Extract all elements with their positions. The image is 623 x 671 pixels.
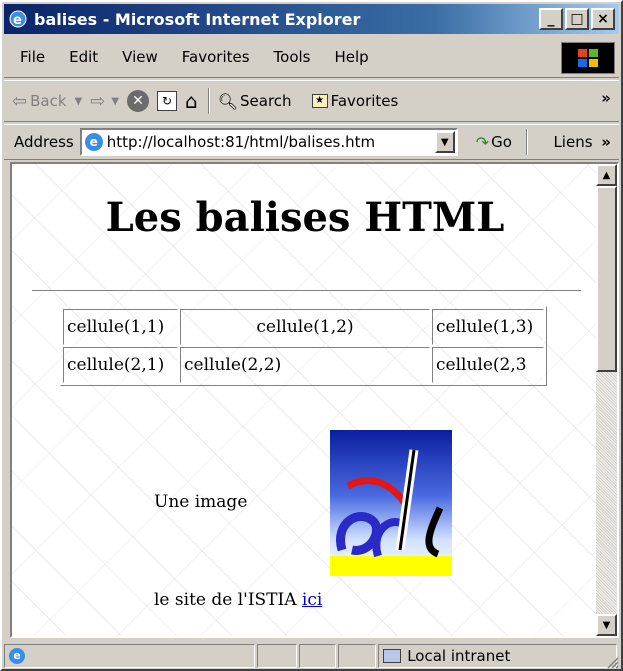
toolbar-separator <box>207 88 210 114</box>
scroll-down-button[interactable]: ▼ <box>596 614 617 636</box>
links-button[interactable]: Liens » <box>553 133 611 151</box>
standard-toolbar: ⇦ Back ▼ ⇨ ▼ ✕ ↻ ⌂ 🔍︎ Search ★ Favorites… <box>4 80 619 122</box>
go-label: Go <box>491 133 512 151</box>
address-bar: Address e http://localhost:81/html/balis… <box>4 124 619 160</box>
menu-help[interactable]: Help <box>323 48 381 66</box>
go-button[interactable]: ↷ Go <box>476 133 512 152</box>
menu-tools[interactable]: Tools <box>262 48 323 66</box>
svg-text:e: e <box>13 13 22 28</box>
favorites-icon: ★ <box>311 94 328 108</box>
back-label: Back <box>30 92 67 110</box>
stop-icon: ✕ <box>127 90 150 112</box>
favorites-label: Favorites <box>330 92 399 110</box>
html-table: cellule(1,1) cellule(1,2) cellule(1,3) c… <box>60 306 547 386</box>
istia-logo-image <box>330 430 452 576</box>
scroll-up-button[interactable]: ▲ <box>596 164 617 186</box>
links-label: Liens <box>553 133 593 151</box>
windows-logo-icon <box>561 42 615 74</box>
table-row: cellule(2,1) cellule(2,2) cellule(2,3 <box>63 347 544 383</box>
forward-button[interactable]: ⇨ ▼ <box>90 91 119 112</box>
browser-window: e balises - Microsoft Internet Explorer … <box>0 0 623 671</box>
go-arrow-icon: ↷ <box>475 132 490 152</box>
page-content: Les balises HTML cellule(1,1) cellule(1,… <box>12 164 598 636</box>
table-cell: cellule(2,1) <box>63 347 178 383</box>
image-label: Une image <box>154 492 248 512</box>
address-input[interactable]: e http://localhost:81/html/balises.htm ▼ <box>79 128 458 156</box>
table-cell: cellule(1,1) <box>63 309 178 345</box>
address-url: http://localhost:81/html/balises.htm <box>106 133 376 151</box>
status-pane <box>298 643 337 668</box>
scroll-thumb[interactable] <box>596 186 617 372</box>
zone-label: Local intranet <box>407 646 511 665</box>
back-dropdown-icon[interactable]: ▼ <box>75 96 83 107</box>
page-status-icon: e <box>9 647 25 664</box>
forward-dropdown-icon[interactable]: ▼ <box>111 96 119 107</box>
menu-favorites[interactable]: Favorites <box>170 48 262 66</box>
page-heading: Les balises HTML <box>105 194 505 241</box>
menu-bar: File Edit View Favorites Tools Help <box>4 36 619 78</box>
menu-file[interactable]: File <box>4 48 57 66</box>
favorites-button[interactable]: ★ Favorites <box>311 92 399 110</box>
page-icon: e <box>84 133 103 151</box>
toolbar-more-chevron[interactable]: » <box>601 89 611 107</box>
page-viewport: Les balises HTML cellule(1,1) cellule(1,… <box>10 162 619 638</box>
address-label: Address <box>14 133 74 151</box>
back-button[interactable]: ⇦ Back ▼ <box>12 91 82 112</box>
search-button[interactable]: 🔍︎ Search <box>218 92 292 111</box>
links-more-chevron: » <box>601 133 611 151</box>
refresh-icon: ↻ <box>157 91 178 111</box>
forward-arrow-icon: ⇨ <box>90 90 106 112</box>
table-cell: cellule(2,2) <box>180 347 430 383</box>
horizontal-rule <box>32 290 581 292</box>
maximize-button[interactable]: □ <box>565 8 589 30</box>
address-separator <box>525 129 528 155</box>
status-pane <box>338 643 377 668</box>
table-cell: cellule(1,3) <box>432 309 544 345</box>
vertical-scrollbar[interactable]: ▲ ▼ <box>596 164 617 636</box>
resize-grip-icon[interactable] <box>605 655 619 669</box>
search-label: Search <box>240 92 292 110</box>
menu-view[interactable]: View <box>110 48 170 66</box>
istia-link[interactable]: ici <box>302 590 322 610</box>
minimize-button[interactable]: _ <box>539 8 563 30</box>
home-button[interactable]: ⌂ <box>185 89 198 113</box>
table-cell: cellule(1,2) <box>180 309 430 345</box>
intranet-zone-icon <box>383 648 402 663</box>
status-pane <box>256 643 297 668</box>
title-bar[interactable]: e balises - Microsoft Internet Explorer … <box>4 4 619 34</box>
stop-button[interactable]: ✕ <box>127 90 150 112</box>
menu-edit[interactable]: Edit <box>57 48 110 66</box>
close-button[interactable]: × <box>591 8 615 30</box>
window-title: balises - Microsoft Internet Explorer <box>34 9 361 29</box>
search-icon: 🔍︎ <box>217 91 239 111</box>
address-dropdown-button[interactable]: ▼ <box>434 131 455 153</box>
table-cell: cellule(2,3 <box>432 347 544 383</box>
back-arrow-icon: ⇦ <box>12 90 28 112</box>
site-text: le site de l'ISTIA <box>154 590 297 610</box>
status-main-pane: e <box>4 643 255 668</box>
refresh-button[interactable]: ↻ <box>157 91 178 111</box>
status-zone-pane: Local intranet <box>378 643 617 668</box>
home-icon: ⌂ <box>185 89 198 113</box>
status-bar: e Local intranet <box>4 642 619 669</box>
site-line: le site de l'ISTIA ici <box>154 590 322 610</box>
table-row: cellule(1,1) cellule(1,2) cellule(1,3) <box>63 309 544 345</box>
ie-logo-icon: e <box>8 9 28 29</box>
